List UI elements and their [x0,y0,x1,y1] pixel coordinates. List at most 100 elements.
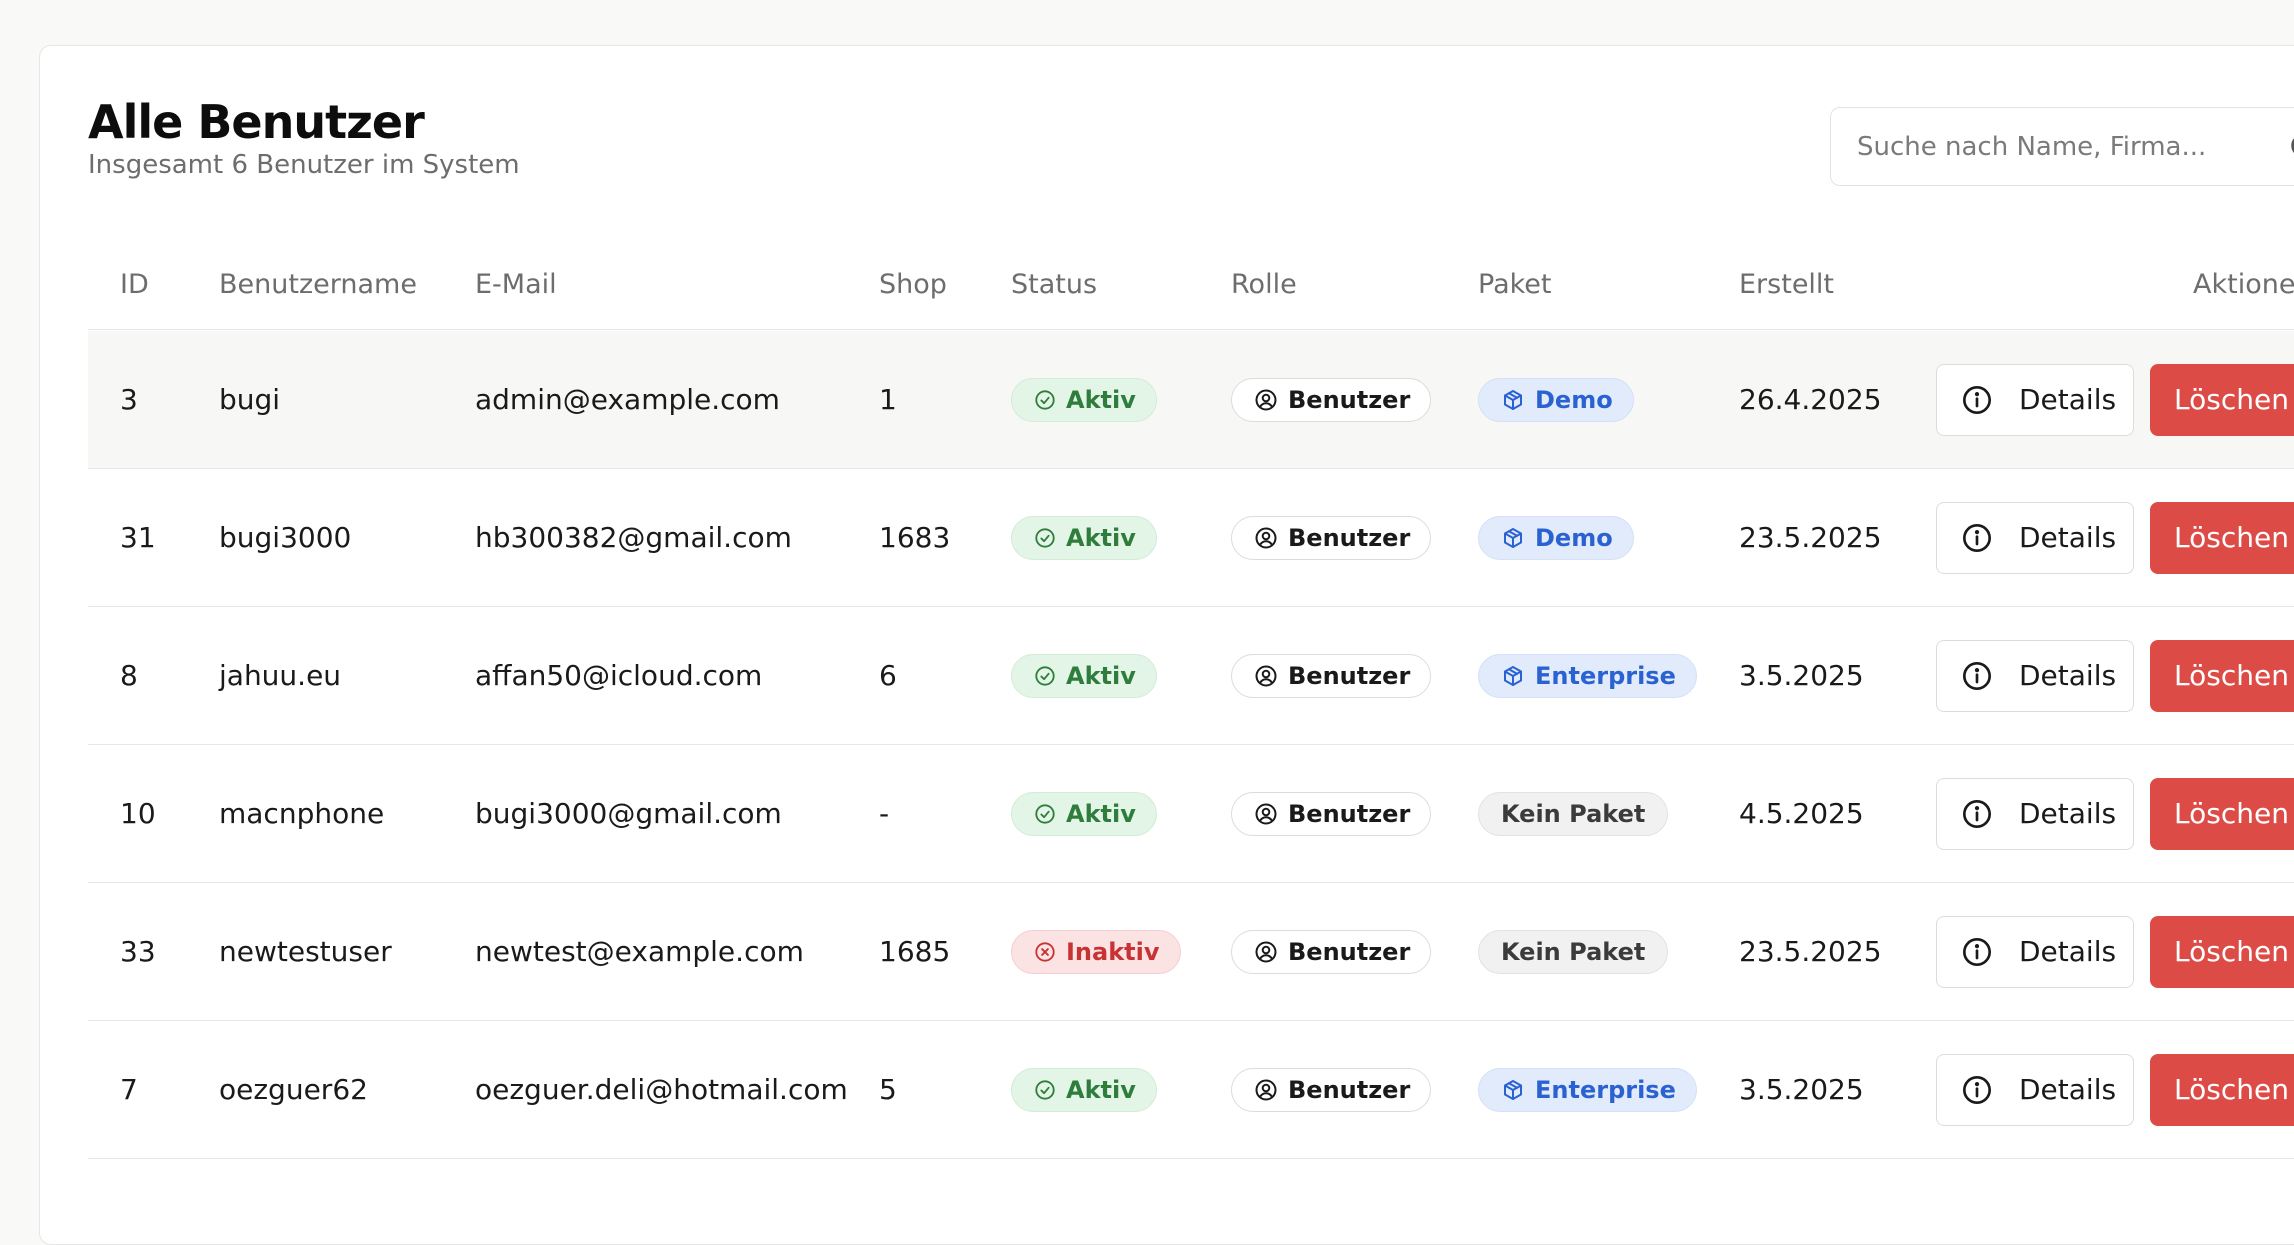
column-header-actions: Aktionen [2193,269,2294,300]
cell-shop: 1685 [879,934,951,968]
status-label: Aktiv [1066,799,1136,828]
role-label: Benutzer [1288,1075,1411,1104]
status-badge: Aktiv [1011,515,1157,560]
cell-username: oezguer62 [219,1072,368,1106]
cell-email: hb300382@gmail.com [475,520,792,554]
column-header-email[interactable]: E-Mail [475,268,557,302]
info-icon[interactable] [1961,1074,2019,1106]
cell-email: oezguer.deli@hotmail.com [475,1072,848,1106]
package-badge: Enterprise [1478,1067,1697,1112]
user-circle-icon [1254,664,1288,688]
cell-username: macnphone [219,796,385,830]
cell-id: 33 [120,934,156,968]
user-circle-icon [1254,526,1288,550]
details-button-label: Details [2019,797,2117,830]
box-icon [1501,664,1535,688]
details-button[interactable]: Details [1936,915,2134,988]
info-icon[interactable] [1961,522,2019,554]
details-button[interactable]: Details [1936,777,2134,850]
search-icon[interactable] [2287,130,2294,168]
cell-created: 4.5.2025 [1739,796,1864,830]
package-badge: Demo [1478,377,1634,422]
column-header-status[interactable]: Status [1011,268,1097,302]
package-badge: Enterprise [1478,653,1697,698]
info-icon[interactable] [1961,384,2019,416]
details-button[interactable]: Details [1936,1053,2134,1126]
info-icon[interactable] [1961,798,2019,830]
delete-button[interactable]: Löschen [2150,363,2294,436]
check-circle-icon [1034,389,1066,411]
user-circle-icon [1254,802,1288,826]
cell-username: bugi3000 [219,520,352,554]
column-header-created[interactable]: Erstellt [1739,268,1834,302]
cell-username: newtestuser [219,934,392,968]
info-icon[interactable] [1961,660,2019,692]
package-label: Kein Paket [1501,937,1646,966]
package-label: Demo [1535,523,1613,552]
table-row[interactable]: 7 oezguer62 oezguer.deli@hotmail.com 5 Aktiv… [88,1021,2294,1159]
details-button[interactable]: Details [1936,639,2134,712]
table-row[interactable]: 10 macnphone bugi3000@gmail.com - Aktiv Benut… [88,745,2294,883]
info-icon[interactable] [1961,936,2019,968]
search-input[interactable] [1855,108,2294,186]
role-label: Benutzer [1288,661,1411,690]
table-row[interactable]: 31 bugi3000 hb300382@gmail.com 1683 Aktiv Ben… [88,469,2294,607]
check-circle-icon [1034,803,1066,825]
column-header-role[interactable]: Rolle [1231,268,1297,302]
box-icon [1501,1078,1535,1102]
package-label: Enterprise [1535,661,1676,690]
column-header-id[interactable]: ID [120,268,149,302]
user-circle-icon [1254,1078,1288,1102]
table-row[interactable]: 33 newtestuser newtest@example.com 1685 Inak… [88,883,2294,1021]
role-label: Benutzer [1288,799,1411,828]
package-label: Demo [1535,385,1613,414]
role-label: Benutzer [1288,937,1411,966]
status-badge: Aktiv [1011,653,1157,698]
role-badge: Benutzer [1231,929,1432,974]
package-label: Enterprise [1535,1075,1676,1104]
details-button-label: Details [2019,935,2117,968]
cell-email: newtest@example.com [475,934,804,968]
status-badge: Aktiv [1011,377,1157,422]
user-circle-icon [1254,388,1288,412]
check-circle-icon [1034,1079,1066,1101]
details-button[interactable]: Details [1936,363,2134,436]
cell-shop: - [879,796,890,830]
role-badge: Benutzer [1231,515,1432,560]
delete-button[interactable]: Löschen [2150,915,2294,988]
details-button[interactable]: Details [1936,501,2134,574]
cell-email: affan50@icloud.com [475,658,763,692]
delete-button-label: Löschen [2174,935,2289,968]
cell-shop: 1683 [879,520,951,554]
column-header-package[interactable]: Paket [1478,268,1552,302]
delete-button[interactable]: Löschen [2150,777,2294,850]
x-circle-icon [1034,941,1066,963]
cell-id: 10 [120,796,156,830]
cell-shop: 5 [879,1072,897,1106]
page-subtitle: Insgesamt 6 Benutzer im System [88,150,520,180]
delete-button[interactable]: Löschen [2150,501,2294,574]
cell-id: 7 [120,1072,138,1106]
delete-button-label: Löschen [2174,1073,2289,1106]
status-label: Aktiv [1066,385,1136,414]
role-badge: Benutzer [1231,791,1432,836]
box-icon [1501,526,1535,550]
delete-button-label: Löschen [2174,383,2289,416]
delete-button-label: Löschen [2174,797,2289,830]
column-header-shop[interactable]: Shop [879,268,947,302]
cell-shop: 6 [879,658,897,692]
search-box[interactable] [1830,107,2294,186]
table-row[interactable]: 8 jahuu.eu affan50@icloud.com 6 Aktiv Benutze… [88,607,2294,745]
delete-button[interactable]: Löschen [2150,1053,2294,1126]
cell-email: bugi3000@gmail.com [475,796,782,830]
delete-button-label: Löschen [2174,659,2289,692]
page-title: Alle Benutzer [88,95,425,149]
column-header-username[interactable]: Benutzername [219,268,417,302]
table-row[interactable]: 3 bugi admin@example.com 1 Aktiv Benutzer Demo… [88,331,2294,469]
delete-button[interactable]: Löschen [2150,639,2294,712]
cell-username: jahuu.eu [219,658,342,692]
details-button-label: Details [2019,521,2117,554]
status-badge: Aktiv [1011,791,1157,836]
cell-id: 31 [120,520,156,554]
status-label: Aktiv [1066,523,1136,552]
